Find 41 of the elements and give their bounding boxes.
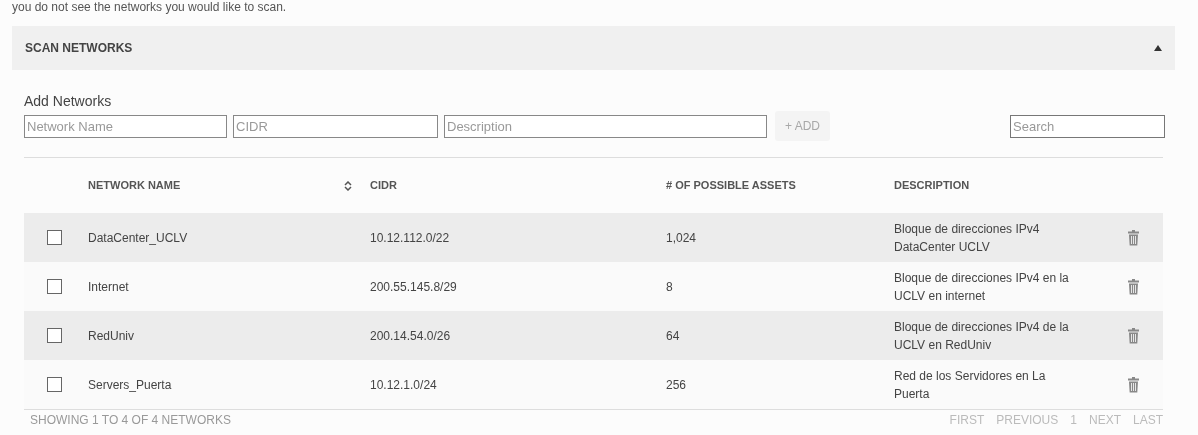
table-cell-text: 8 [666,278,674,296]
table-cell-text: 10.12.112.0/22 [370,229,451,247]
collapse-icon[interactable] [1154,45,1162,51]
intro-text: you do not see the networks you would like to scan. [11,0,288,14]
table-cell-text: Servers_Puerta [88,376,173,394]
table-cell-text: Bloque de direcciones IPv4 en la UCLV en internet [894,269,1070,305]
showing-summary: SHOWING 1 TO 4 OF 4 NETWORKS [29,411,231,429]
table-cell-text: Bloque de direcciones IPv4 de la UCLV en RedUniv [894,318,1070,354]
text-field[interactable]: CIDR [233,114,438,138]
panel-header[interactable]: SCAN NETWORKS [12,26,1175,70]
table-row[interactable]: DataCenter_UCLV 10.12.112.0/22 1,024 Bloque de direcciones IPv4 DataCenter UCLV [24,213,1163,262]
table-cell-text: DataCenter_UCLV [88,229,189,247]
column-header[interactable]: NETWORK NAME [88,177,352,194]
trash-icon[interactable] [1128,327,1139,344]
table-cell-text: Red de los Servidores en La Puerta [894,367,1047,403]
table-cell-text: Internet [88,278,130,296]
sort-icon[interactable] [344,180,352,191]
trash-icon[interactable] [1128,376,1139,393]
table-cell-text: 1,024 [666,229,698,247]
trash-icon[interactable] [1128,278,1139,295]
search-field[interactable]: Search [1010,114,1165,138]
table-cell-text: 10.12.1.0/24 [370,376,438,394]
add-networks-label: Add Networks [24,92,113,110]
text-field[interactable]: Network Name [24,114,227,138]
panel-title: SCAN NETWORKS [25,40,133,57]
table-cell-text: RedUniv [88,327,136,345]
table-row[interactable]: RedUniv 200.14.54.0/26 64 Bloque de direcciones IPv4 de la UCLV en RedUniv [24,311,1163,360]
column-header[interactable]: CIDR [370,177,397,194]
table-cell-text: 256 [666,376,688,394]
table-cell-text: 200.55.145.8/29 [370,278,458,296]
table-cell-text: 200.14.54.0/26 [370,327,452,345]
trash-icon[interactable] [1128,229,1139,246]
column-header[interactable]: # OF POSSIBLE ASSETS [666,177,796,194]
row-checkbox[interactable] [46,279,62,294]
text-field[interactable]: Description [444,114,767,138]
row-checkbox[interactable] [46,328,62,343]
column-header[interactable]: DESCRIPTION [894,177,970,194]
row-checkbox[interactable] [46,377,62,392]
table-cell-text: 64 [666,327,681,345]
table-cell-text: Bloque de direcciones IPv4 DataCenter UCLV [894,220,1041,256]
row-checkbox[interactable] [46,230,62,245]
